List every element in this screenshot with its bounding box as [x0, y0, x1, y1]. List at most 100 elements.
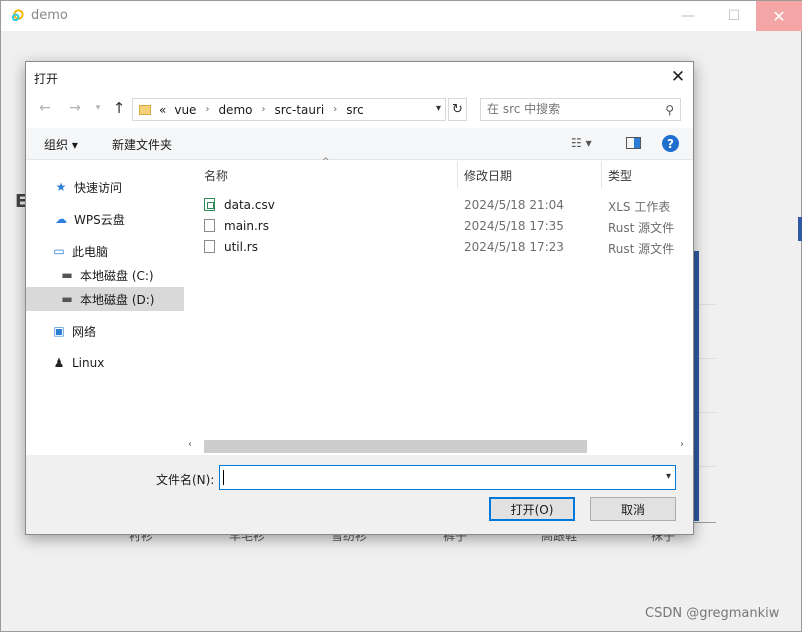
- file-type: XLS 工作表: [608, 200, 671, 214]
- organize-menu[interactable]: 组织 ▾: [44, 136, 78, 153]
- minimize-button[interactable]: —: [665, 1, 711, 31]
- axis-label: 雪纺衫: [331, 535, 368, 543]
- address-bar[interactable]: « vue › demo › src-tauri › src ▾: [132, 98, 446, 121]
- help-icon[interactable]: ?: [662, 135, 679, 152]
- filename-label: 文件名(N):: [156, 473, 215, 487]
- toolbar: 组织 ▾ 新建文件夹 ☷ ▾ ?: [26, 128, 693, 160]
- file-type: Rust 源文件: [608, 221, 675, 235]
- file-icon: [204, 219, 215, 232]
- drive-icon: ▬: [61, 268, 73, 282]
- axis-label: 袜子: [651, 535, 676, 543]
- app-titlebar: demo — ☐ ✕: [1, 1, 802, 31]
- horizontal-scrollbar[interactable]: ‹ ›: [186, 437, 693, 454]
- back-arrow-icon[interactable]: ←: [36, 98, 54, 118]
- open-button[interactable]: 打开(O): [489, 497, 575, 521]
- breadcrumb-src-tauri[interactable]: src-tauri: [274, 103, 324, 117]
- sidebar-item-label: WPS云盘: [74, 212, 125, 227]
- chevron-right-icon[interactable]: ›: [205, 104, 209, 115]
- column-header-name[interactable]: 名称: [204, 167, 228, 184]
- scroll-right-icon[interactable]: ›: [680, 439, 684, 450]
- chart-axis-labels: 衬衫 羊毛衫 雪纺衫 裤子 高跟鞋 袜子: [101, 535, 701, 543]
- file-list: ^ 名称 修改日期 类型 data.csv 2024/5/18 21:04 XL…: [186, 157, 693, 436]
- folder-icon: [139, 104, 151, 115]
- chevron-right-icon[interactable]: ›: [261, 104, 265, 115]
- filename-combobox[interactable]: ▾: [219, 465, 676, 490]
- forward-arrow-icon[interactable]: →: [66, 98, 84, 118]
- close-button[interactable]: ✕: [756, 1, 802, 31]
- file-modified: 2024/5/18 17:23: [464, 240, 564, 254]
- file-row[interactable]: main.rs 2024/5/18 17:35 Rust 源文件: [200, 216, 690, 237]
- maximize-button[interactable]: ☐: [711, 1, 757, 31]
- chevron-right-icon[interactable]: ›: [333, 104, 337, 115]
- preview-pane-icon[interactable]: [626, 137, 641, 149]
- sidebar-item-wps-cloud[interactable]: ☁ WPS云盘: [26, 207, 184, 231]
- up-arrow-icon[interactable]: ↑: [110, 98, 128, 118]
- search-icon[interactable]: ⚲: [665, 103, 674, 117]
- sort-ascending-icon: ^: [322, 157, 330, 167]
- search-box[interactable]: ⚲: [480, 98, 681, 121]
- refresh-icon[interactable]: ↻: [448, 98, 467, 121]
- column-divider[interactable]: [457, 161, 458, 188]
- axis-label: 裤子: [443, 535, 468, 543]
- chevron-down-icon[interactable]: ▾: [436, 103, 441, 114]
- file-name: main.rs: [224, 219, 269, 233]
- axis-label: 高跟鞋: [541, 535, 578, 543]
- view-options-icon[interactable]: ☷ ▾: [571, 136, 592, 150]
- sidebar-item-label: 此电脑: [72, 244, 109, 259]
- file-modified: 2024/5/18 21:04: [464, 198, 564, 212]
- drive-icon: ▬: [61, 292, 73, 306]
- column-header-type[interactable]: 类型: [608, 167, 632, 184]
- tauri-logo-icon: [11, 9, 24, 22]
- column-header-modified[interactable]: 修改日期: [464, 167, 512, 184]
- sidebar-item-quick-access[interactable]: ★ 快速访问: [26, 175, 184, 199]
- navigation-pane: ★ 快速访问 ☁ WPS云盘 ▭ 此电脑 ▬ 本地磁盘 (C:) ▬ 本地磁盘 …: [26, 161, 184, 451]
- filename-input[interactable]: [224, 469, 644, 483]
- penguin-icon: ♟: [53, 356, 65, 370]
- sidebar-item-drive-c[interactable]: ▬ 本地磁盘 (C:): [26, 263, 184, 287]
- dialog-title: 打开: [34, 72, 59, 86]
- new-folder-button[interactable]: 新建文件夹: [112, 136, 172, 153]
- chevron-down-icon[interactable]: ▾: [666, 471, 671, 482]
- file-name: data.csv: [224, 198, 275, 212]
- chart-bar: [694, 251, 699, 521]
- axis-label: 衬衫: [129, 535, 154, 543]
- breadcrumb-vue[interactable]: vue: [174, 103, 196, 117]
- watermark: CSDN @gregmankiw: [645, 606, 780, 621]
- file-row[interactable]: data.csv 2024/5/18 21:04 XLS 工作表: [200, 195, 690, 216]
- breadcrumb-demo[interactable]: demo: [218, 103, 252, 117]
- computer-icon: ▭: [53, 244, 65, 258]
- app-title: demo: [31, 8, 68, 23]
- file-type: Rust 源文件: [608, 242, 675, 256]
- sidebar-item-label: 快速访问: [74, 180, 123, 195]
- bottom-panel: 文件名(N): ▾ 打开(O) 取消: [26, 455, 693, 534]
- file-name: util.rs: [224, 240, 258, 254]
- sidebar-item-drive-d[interactable]: ▬ 本地磁盘 (D:): [26, 287, 184, 311]
- axis-label: 羊毛衫: [229, 535, 266, 543]
- sidebar-item-label: 本地磁盘 (C:): [80, 268, 154, 283]
- sidebar-item-label: Linux: [72, 356, 105, 370]
- scrollbar-thumb[interactable]: [204, 440, 587, 453]
- cloud-icon: ☁: [55, 212, 67, 226]
- column-divider[interactable]: [601, 161, 602, 188]
- background-accent-bar: [798, 217, 802, 241]
- sidebar-item-network[interactable]: ▣ 网络: [26, 319, 184, 343]
- file-icon: [204, 240, 215, 253]
- sidebar-item-label: 网络: [72, 324, 97, 339]
- file-row[interactable]: util.rs 2024/5/18 17:23 Rust 源文件: [200, 237, 690, 258]
- recent-locations-chevron-icon[interactable]: ▾: [92, 98, 104, 118]
- sidebar-item-label: 本地磁盘 (D:): [80, 292, 155, 307]
- open-file-dialog: 打开 ✕ ← → ▾ ↑ « vue › demo › src-tauri › …: [25, 61, 694, 535]
- file-modified: 2024/5/18 17:35: [464, 219, 564, 233]
- spreadsheet-file-icon: [204, 198, 215, 211]
- breadcrumb-src[interactable]: src: [346, 103, 364, 117]
- sidebar-item-linux[interactable]: ♟ Linux: [26, 351, 184, 375]
- breadcrumb-overflow[interactable]: «: [159, 103, 166, 117]
- sidebar-item-this-pc[interactable]: ▭ 此电脑: [26, 239, 184, 263]
- star-icon: ★: [55, 180, 67, 194]
- column-header-row: ^ 名称 修改日期 类型: [186, 157, 693, 188]
- dialog-close-button[interactable]: ✕: [666, 65, 690, 89]
- scroll-left-icon[interactable]: ‹: [188, 439, 192, 450]
- cancel-button[interactable]: 取消: [590, 497, 676, 521]
- network-icon: ▣: [53, 324, 65, 338]
- search-input[interactable]: [487, 102, 657, 116]
